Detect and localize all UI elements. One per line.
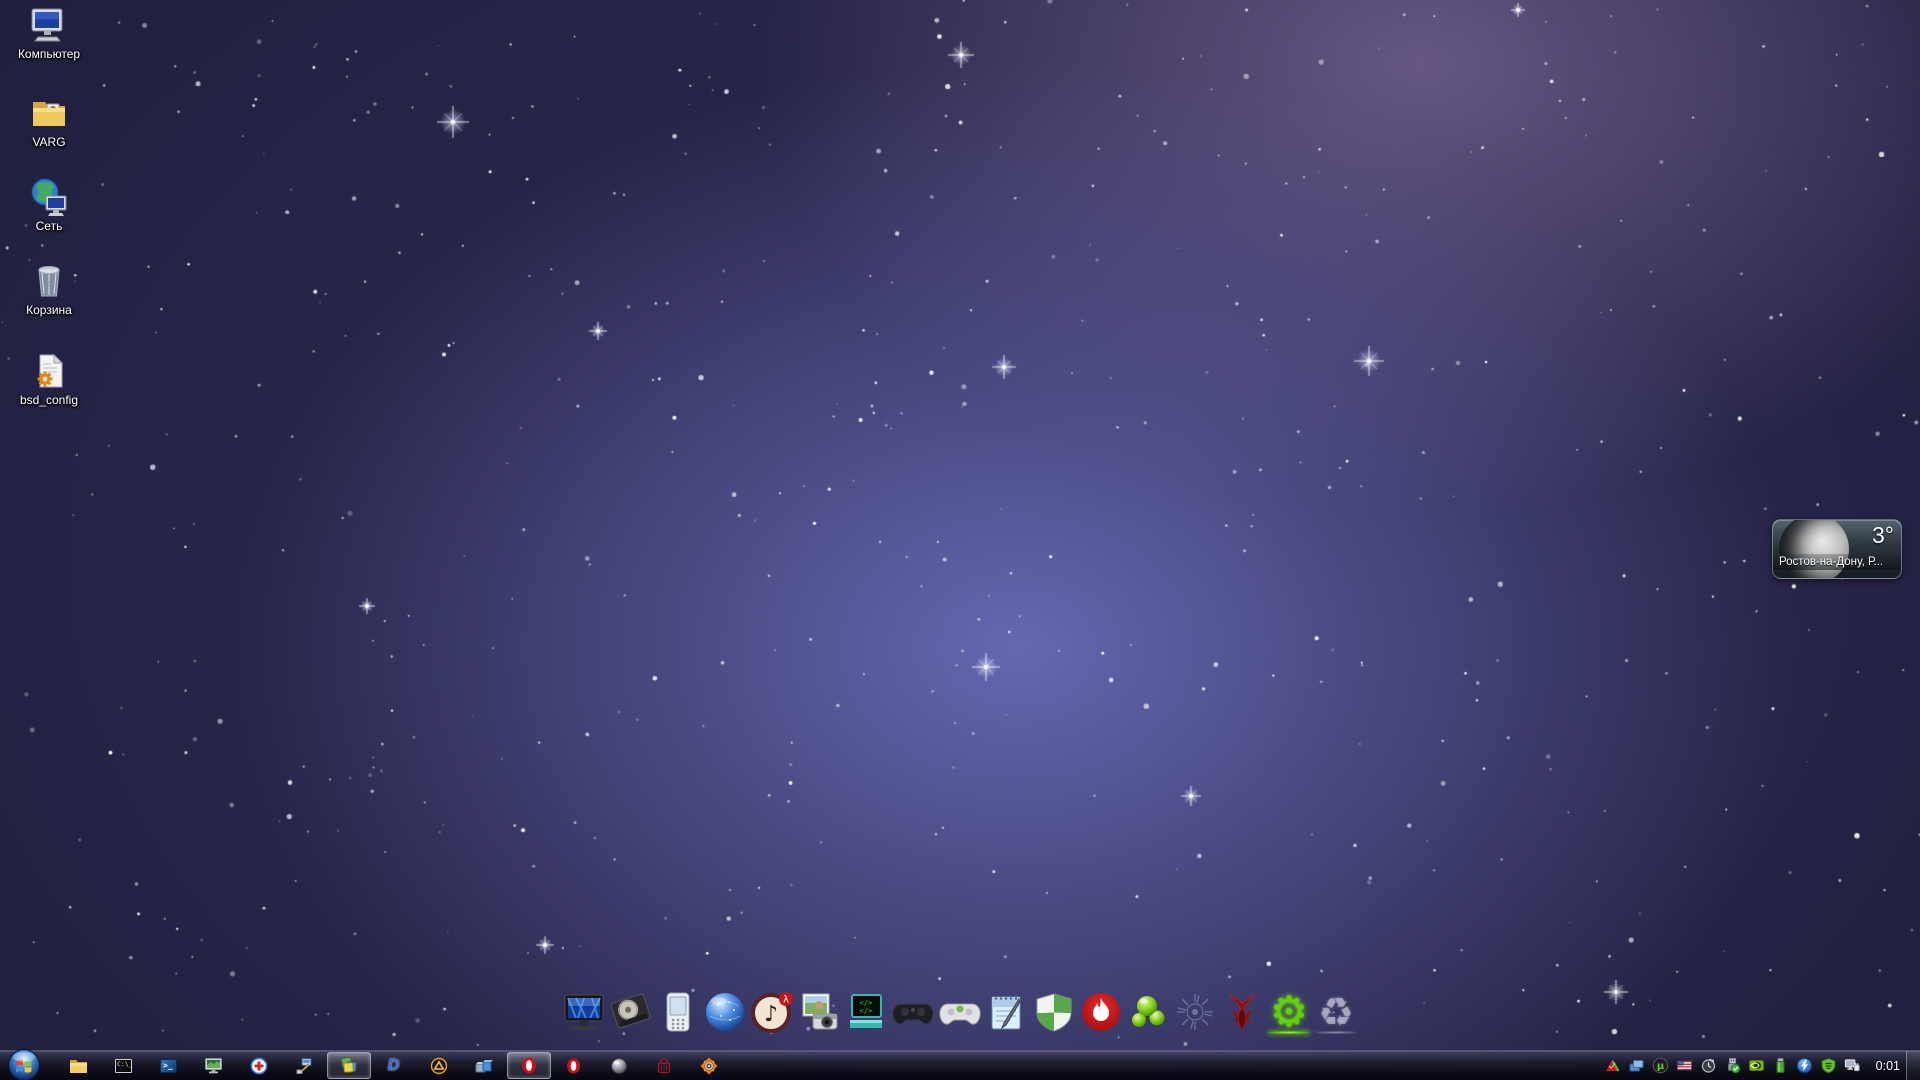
system-tray: µ (1604, 1051, 1906, 1080)
desktop-icon-network[interactable]: Сеть (8, 176, 90, 233)
taskbar-powershell-button[interactable]: >_ (146, 1051, 191, 1080)
svg-text:</>: </> (860, 1007, 873, 1015)
download-master-icon: D (388, 1058, 400, 1074)
weather-location: Ростов-на-Дону, Р... (1773, 554, 1901, 570)
gear-glow (1268, 1031, 1310, 1034)
network-icon (28, 176, 70, 218)
taskbar-media-monitor-button[interactable] (191, 1051, 236, 1080)
medical-cross-icon (250, 1057, 268, 1075)
tray-safely-remove-usb-icon[interactable] (1724, 1057, 1741, 1074)
dock-tribal-demon-icon[interactable] (1220, 986, 1264, 1034)
desktop-icon-label: VARG (8, 136, 90, 149)
powershell-icon: >_ (160, 1059, 177, 1073)
taskbar-gray-ball-button[interactable] (596, 1051, 641, 1080)
taskbar-medical-cross-button[interactable] (236, 1051, 281, 1080)
tray-nvidia-icon[interactable] (1748, 1057, 1765, 1074)
taskbar-launcher-button[interactable] (281, 1051, 326, 1080)
tray-peak-app-icon[interactable] (1604, 1057, 1621, 1074)
tray-language-flag-us-icon[interactable] (1676, 1057, 1693, 1074)
dock-globe-icon[interactable] (703, 986, 747, 1034)
recycle-bin-icon (28, 260, 70, 302)
config-file-icon (28, 350, 70, 392)
taskbar-cmd-button[interactable]: C:\_ (101, 1051, 146, 1080)
starfield-wallpaper (0, 0, 1920, 1080)
desktop-icon-label: Сеть (8, 220, 90, 233)
dock-notepad-pen-icon[interactable] (985, 986, 1029, 1034)
weather-temperature: 3° (1872, 522, 1894, 549)
desktop: Компьютер VARG (0, 0, 1920, 1080)
start-button[interactable] (7, 1048, 41, 1080)
svg-text:♪: ♪ (764, 1002, 778, 1027)
file-servers-icon (474, 1057, 493, 1075)
dock-green-molecule-icon[interactable] (1126, 986, 1170, 1034)
taskbar-explorer-button[interactable] (56, 1051, 101, 1080)
svg-text:λ: λ (783, 995, 789, 1006)
dock-display-icon[interactable] (562, 986, 606, 1034)
tray-green-usb-stick-icon[interactable] (1772, 1057, 1789, 1074)
dock-gamepad-dark-icon[interactable] (891, 986, 935, 1034)
recycle-icon: ♻ (1318, 993, 1354, 1033)
desktop-icon-label: bsd_config (8, 394, 90, 407)
tray-network-icon[interactable] (1844, 1057, 1861, 1074)
dock-green-gear-icon[interactable]: ⚙ (1267, 986, 1311, 1034)
dock-photos-camera-icon[interactable] (797, 986, 841, 1034)
taskbar-download-master-button[interactable]: D (371, 1051, 416, 1080)
active-button-frame (507, 1052, 551, 1079)
command-prompt-icon: C:\_ (115, 1059, 132, 1073)
active-button-frame (327, 1052, 371, 1079)
taskbar-file-servers-button[interactable] (461, 1051, 506, 1080)
dock-ghost-burst-icon[interactable] (1173, 986, 1217, 1034)
tray-lightning-circle-icon[interactable] (1796, 1057, 1813, 1074)
dock-code-terminal-icon[interactable]: </> </> (844, 986, 888, 1034)
dock-music-badge-icon[interactable]: ♪ λ (750, 986, 794, 1034)
taskbar: C:\_ >_ (0, 1050, 1920, 1080)
launcher-arrow-icon (295, 1057, 313, 1075)
desktop-icon-computer[interactable]: Компьютер (8, 4, 90, 61)
dock-shield-quarters-icon[interactable] (1032, 986, 1076, 1034)
svg-text:</>: </> (860, 999, 873, 1007)
desktop-icon-label: Компьютер (8, 48, 90, 61)
taskbar-desktops-stack-button[interactable] (326, 1051, 371, 1080)
computer-icon (28, 4, 70, 46)
dock-hard-drive-icon[interactable] (609, 986, 653, 1034)
desktop-icon-recycle-bin[interactable]: Корзина (8, 260, 90, 317)
gear-icon: ⚙ (1270, 991, 1308, 1033)
tray-blue-folders-icon[interactable] (1628, 1057, 1645, 1074)
ornate-star-icon (700, 1057, 718, 1075)
tray-utorrent-icon[interactable]: µ (1652, 1057, 1669, 1074)
show-desktop-button[interactable] (1906, 1051, 1920, 1080)
taskbar-ornate-star-button[interactable] (686, 1051, 731, 1080)
recycle-glow (1316, 1031, 1356, 1034)
dock-recycle-outline-icon[interactable]: ♻ (1314, 986, 1358, 1034)
tray-green-shield-icon[interactable] (1820, 1057, 1837, 1074)
user-folder-icon (28, 92, 70, 134)
red-outline-icon (655, 1057, 673, 1075)
dock-mobile-device-icon[interactable] (656, 986, 700, 1034)
opera-icon (520, 1056, 538, 1075)
desktops-stack-icon (339, 1056, 359, 1075)
taskbar-opera-button[interactable] (506, 1051, 551, 1080)
dock: ♪ λ </> </> (562, 986, 1358, 1034)
taskbar-opera-secondary-button[interactable] (551, 1051, 596, 1080)
dock-flame-circle-icon[interactable] (1079, 986, 1123, 1034)
weather-gadget[interactable]: 3° Ростов-на-Дону, Р... (1772, 519, 1902, 579)
dock-gamepad-light-icon[interactable] (938, 986, 982, 1034)
opera-icon (565, 1057, 582, 1075)
moon-icon (1779, 519, 1849, 579)
taskbar-red-outline-button[interactable] (641, 1051, 686, 1080)
svg-text:µ: µ (1656, 1061, 1664, 1072)
tray-scheduler-timer-icon[interactable] (1700, 1057, 1717, 1074)
triangle-badge-icon (430, 1057, 448, 1075)
taskbar-clock[interactable]: 0:01 (1868, 1059, 1906, 1073)
gray-ball-icon (610, 1057, 628, 1075)
desktop-icon-bsd-config[interactable]: bsd_config (8, 350, 90, 407)
media-monitor-icon (204, 1057, 223, 1075)
desktop-icon-label: Корзина (8, 304, 90, 317)
taskbar-triangle-badge-button[interactable] (416, 1051, 461, 1080)
desktop-icon-varg[interactable]: VARG (8, 92, 90, 149)
taskbar-pinned-apps: C:\_ >_ (56, 1051, 731, 1080)
